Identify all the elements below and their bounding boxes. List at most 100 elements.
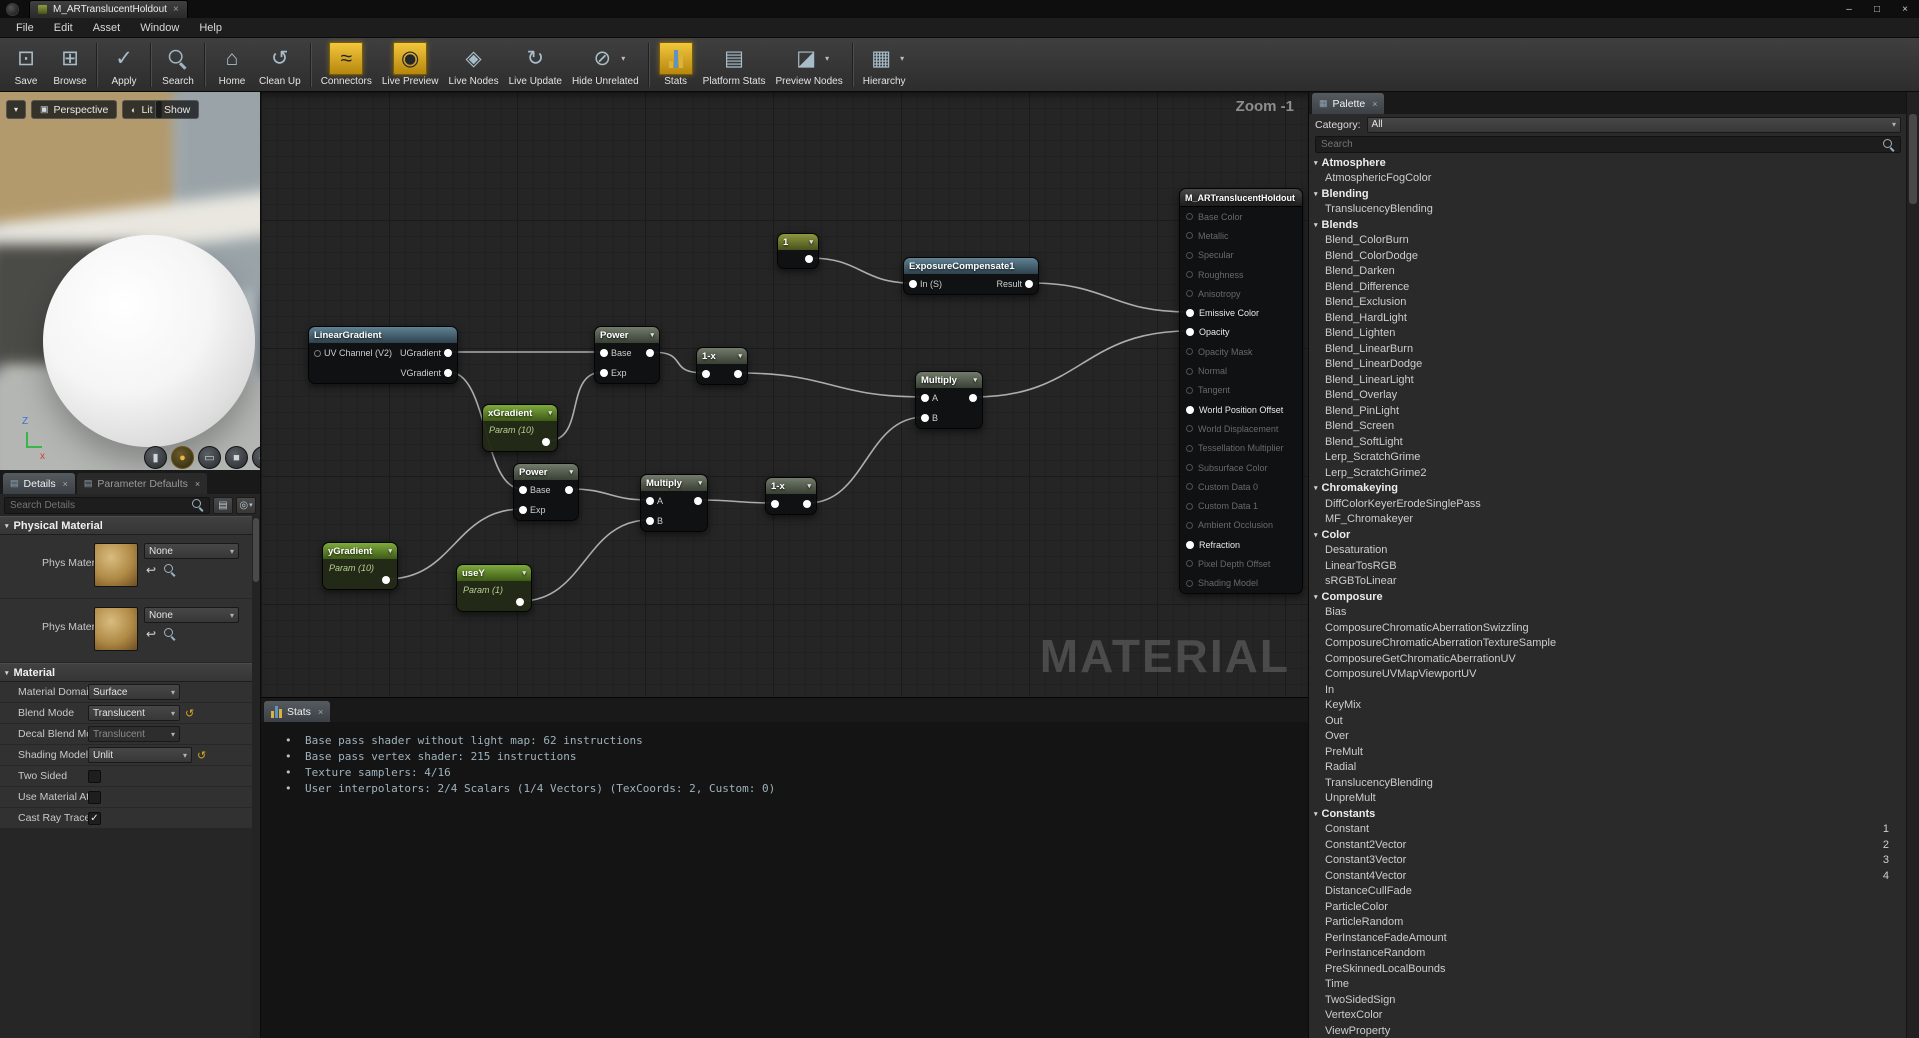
palette-item-blend-difference[interactable]: Blend_Difference	[1309, 279, 1905, 295]
property-select-shading-model[interactable]: Unlit▾	[88, 747, 192, 763]
toolbar-button-hide-unrelated[interactable]: ⊘▾Hide Unrelated	[567, 41, 644, 88]
toolbar-button-clean-up[interactable]: ↺Clean Up	[254, 41, 306, 88]
use-selected-asset-icon[interactable]: ↩	[146, 627, 156, 641]
property-select-material-domain[interactable]: Surface▾	[88, 684, 180, 700]
palette-item-srgbtolinear[interactable]: sRGBToLinear	[1309, 574, 1905, 590]
palette-item-keymix[interactable]: KeyMix	[1309, 698, 1905, 714]
close-icon[interactable]: ×	[195, 479, 200, 489]
palette-item-constant4vector[interactable]: Constant4Vector4	[1309, 868, 1905, 884]
palette-item-viewproperty[interactable]: ViewProperty	[1309, 1023, 1905, 1038]
node-material-output[interactable]: M_ARTranslucentHoldoutBase ColorMetallic…	[1179, 188, 1303, 594]
minimize-button[interactable]: –	[1835, 0, 1863, 18]
node-one-minus-x-2[interactable]: 1-x▾	[765, 477, 817, 515]
reset-to-default-icon[interactable]: ↺	[197, 749, 206, 762]
palette-search-input[interactable]	[1321, 139, 1883, 150]
toolbar-button-platform-stats[interactable]: ▤Platform Stats	[698, 41, 771, 88]
toolbar-button-apply[interactable]: ✓Apply	[102, 41, 146, 88]
palette-item-blend-hardlight[interactable]: Blend_HardLight	[1309, 310, 1905, 326]
palette-item-blend-linearburn[interactable]: Blend_LinearBurn	[1309, 341, 1905, 357]
asset-select[interactable]: None▾	[144, 543, 239, 559]
palette-item-perinstancefadeamount[interactable]: PerInstanceFadeAmount	[1309, 930, 1905, 946]
material-pin-normal[interactable]: Normal	[1180, 361, 1302, 380]
tab-parameter-defaults[interactable]: ▤ Parameter Defaults ×	[77, 473, 207, 494]
material-pin-opacity-mask[interactable]: Opacity Mask	[1180, 342, 1302, 361]
browse-to-asset-icon[interactable]	[164, 564, 176, 576]
input-pin-a[interactable]	[646, 497, 654, 505]
reset-to-default-icon[interactable]: ↺	[185, 707, 194, 720]
material-pin-specular[interactable]: Specular	[1180, 246, 1302, 265]
palette-item-blend-softlight[interactable]: Blend_SoftLight	[1309, 434, 1905, 450]
material-pin-world-displacement[interactable]: World Displacement	[1180, 419, 1302, 438]
input-pin-b[interactable]	[921, 414, 929, 422]
material-pin-world-position-offset[interactable]: World Position Offset	[1180, 400, 1302, 419]
preview-plane-button[interactable]: ▭	[198, 446, 221, 469]
maximize-button[interactable]: □	[1863, 0, 1891, 18]
palette-item-blend-colorburn[interactable]: Blend_ColorBurn	[1309, 233, 1905, 249]
material-pin-custom-data-0[interactable]: Custom Data 0	[1180, 477, 1302, 496]
show-button[interactable]: Show	[155, 100, 199, 119]
palette-item-blend-overlay[interactable]: Blend_Overlay	[1309, 388, 1905, 404]
asset-document-tab[interactable]: M_ARTranslucentHoldout ×	[29, 0, 188, 18]
output-pin[interactable]	[542, 438, 550, 446]
close-icon[interactable]: ×	[63, 479, 68, 489]
tab-palette[interactable]: ▦ Palette ×	[1312, 93, 1384, 114]
material-pin-ambient-occlusion[interactable]: Ambient Occlusion	[1180, 516, 1302, 535]
tab-close-icon[interactable]: ×	[173, 4, 179, 15]
output-pin-pin[interactable]	[969, 394, 977, 402]
close-button[interactable]: ×	[1891, 0, 1919, 18]
palette-scrollbar[interactable]	[1906, 92, 1919, 1038]
material-pin-roughness[interactable]: Roughness	[1180, 265, 1302, 284]
palette-item-constant[interactable]: Constant1	[1309, 822, 1905, 838]
palette-item-diffcolorkeyererodesinglepass[interactable]: DiffColorKeyerErodeSinglePass	[1309, 496, 1905, 512]
node-exposure-compensate-1[interactable]: ExposureCompensate1In (S)Result	[903, 257, 1039, 295]
palette-item-lerp-scratchgrime2[interactable]: Lerp_ScratchGrime2	[1309, 465, 1905, 481]
toolbar-button-hierarchy[interactable]: ▦▾Hierarchy	[858, 41, 911, 88]
chevron-down-icon[interactable]: ▾	[900, 54, 904, 63]
input-pin-b[interactable]	[646, 517, 654, 525]
material-thumbnail[interactable]	[94, 607, 138, 651]
search-details-input[interactable]	[10, 500, 192, 511]
material-pin-pixel-depth-offset[interactable]: Pixel Depth Offset	[1180, 554, 1302, 573]
section-header-physical-material[interactable]: ▾Physical Material	[0, 516, 252, 535]
material-graph-canvas[interactable]: Zoom -1 MATERIAL 1▾ExposureCompensate1In…	[261, 92, 1308, 697]
output-pin-pin[interactable]	[803, 500, 811, 508]
toolbar-button-stats[interactable]: Stats	[654, 41, 698, 88]
node-one-minus-x-1[interactable]: 1-x▾	[696, 347, 748, 385]
browse-to-asset-icon[interactable]	[164, 628, 176, 640]
output-pin-ugradient[interactable]	[444, 349, 452, 357]
palette-item-premult[interactable]: PreMult	[1309, 744, 1905, 760]
material-pin-base-color[interactable]: Base Color	[1180, 207, 1302, 226]
toolbar-button-save[interactable]: ⊡Save	[4, 41, 48, 88]
toolbar-button-preview-nodes[interactable]: ◪▾Preview Nodes	[770, 41, 847, 88]
palette-category-blending[interactable]: ▾Blending	[1309, 186, 1905, 202]
input-pin-base[interactable]	[519, 486, 527, 494]
palette-item-blend-exclusion[interactable]: Blend_Exclusion	[1309, 295, 1905, 311]
material-pin-refraction[interactable]: Refraction	[1180, 535, 1302, 554]
input-pin-pin[interactable]	[702, 370, 710, 378]
toolbar-button-live-update[interactable]: ↻Live Update	[504, 41, 567, 88]
output-pin[interactable]	[805, 255, 813, 263]
preview-viewport[interactable]: ▾ ▣ Perspective ◐ Lit Show Z x ▮●▭■◆	[0, 92, 261, 470]
palette-item-composuregetchromaticaberrationuv[interactable]: ComposureGetChromaticAberrationUV	[1309, 651, 1905, 667]
title-bar[interactable]: M_ARTranslucentHoldout × – □ ×	[0, 0, 1919, 18]
node-use-y[interactable]: useY▾Param (1)	[456, 564, 532, 612]
close-icon[interactable]: ×	[1372, 99, 1377, 109]
tab-details[interactable]: ▤ Details ×	[3, 473, 75, 494]
material-pin-shading-model[interactable]: Shading Model	[1180, 574, 1302, 593]
tab-stats[interactable]: Stats ×	[264, 701, 330, 722]
input-pin-in-s[interactable]	[909, 280, 917, 288]
palette-item-desaturation[interactable]: Desaturation	[1309, 543, 1905, 559]
palette-item-lineartosrgb[interactable]: LinearTosRGB	[1309, 558, 1905, 574]
menu-file[interactable]: File	[6, 18, 44, 38]
category-select[interactable]: All ▾	[1367, 117, 1901, 133]
palette-item-radial[interactable]: Radial	[1309, 760, 1905, 776]
palette-item-particlecolor[interactable]: ParticleColor	[1309, 899, 1905, 915]
input-pin-uv-channel-v2[interactable]	[314, 350, 321, 357]
scrollbar-thumb[interactable]	[253, 518, 259, 582]
palette-item-translucencyblending[interactable]: TranslucencyBlending	[1309, 202, 1905, 218]
chevron-down-icon[interactable]: ▾	[825, 54, 829, 63]
material-thumbnail[interactable]	[94, 543, 138, 587]
property-select-decal-blend-mode[interactable]: Translucent▾	[88, 726, 180, 742]
palette-item-bias[interactable]: Bias	[1309, 605, 1905, 621]
property-select-blend-mode[interactable]: Translucent▾	[88, 705, 180, 721]
